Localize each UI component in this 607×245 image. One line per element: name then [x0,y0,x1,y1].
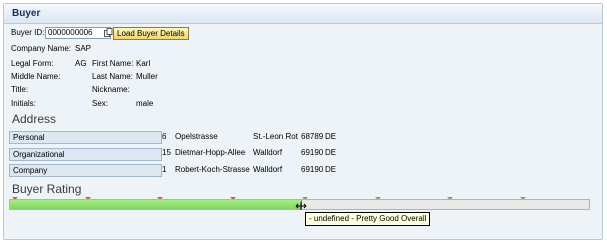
address-type-company[interactable]: Company [9,164,162,177]
buyer-id-label: Buyer ID: [11,28,45,37]
address-number: 15 [162,148,171,157]
address-city: Walldorf [253,165,283,174]
legal-form-label: Legal Form: [11,59,54,68]
address-country: DE [325,165,337,174]
address-type-personal[interactable]: Personal [9,131,162,144]
address-street: Robert-Koch-Strasse [175,165,250,174]
rating-fill [10,200,302,209]
first-name-value: Karl [136,59,151,68]
rating-tooltip: - undefined - Pretty Good Overall [305,212,431,226]
load-buyer-details-button[interactable]: Load Buyer Details [113,27,189,40]
address-zip: 69190 [301,165,324,174]
address-city: Walldorf [253,148,283,157]
move-cursor-icon [295,202,307,210]
address-zip: 69190 [301,148,324,157]
address-country: DE [325,148,337,157]
nickname-label: Nickname: [92,85,130,94]
sex-value: male [136,99,154,108]
last-name-label: Last Name: [92,72,133,81]
address-section-title: Address [12,112,57,126]
address-street: Dietmar-Hopp-Allee [175,148,246,157]
middle-name-label: Middle Name: [11,72,61,81]
company-name-label: Company Name: [11,44,72,53]
address-type-organizational[interactable]: Organizational [9,148,162,161]
address-zip: 68789 [301,132,324,141]
first-name-label: First Name: [92,59,134,68]
panel-header: Buyer [4,4,602,24]
company-name-value: SAP [75,44,92,53]
address-country: DE [325,132,337,141]
address-number: 1 [162,165,167,174]
buyer-rating-title: Buyer Rating [12,182,82,196]
panel-title: Buyer [12,8,41,19]
address-city: St.-Leon Rot [253,132,298,141]
copy-icon[interactable] [104,28,113,37]
last-name-value: Muller [136,72,158,81]
initials-label: Initials: [11,99,36,108]
address-number: 6 [162,132,167,141]
legal-form-value: AG [75,59,87,68]
title-label: Title: [11,85,29,94]
address-street: Opelstrasse [175,132,218,141]
sex-label: Sex: [92,99,109,108]
buyer-id-input[interactable] [45,27,111,39]
